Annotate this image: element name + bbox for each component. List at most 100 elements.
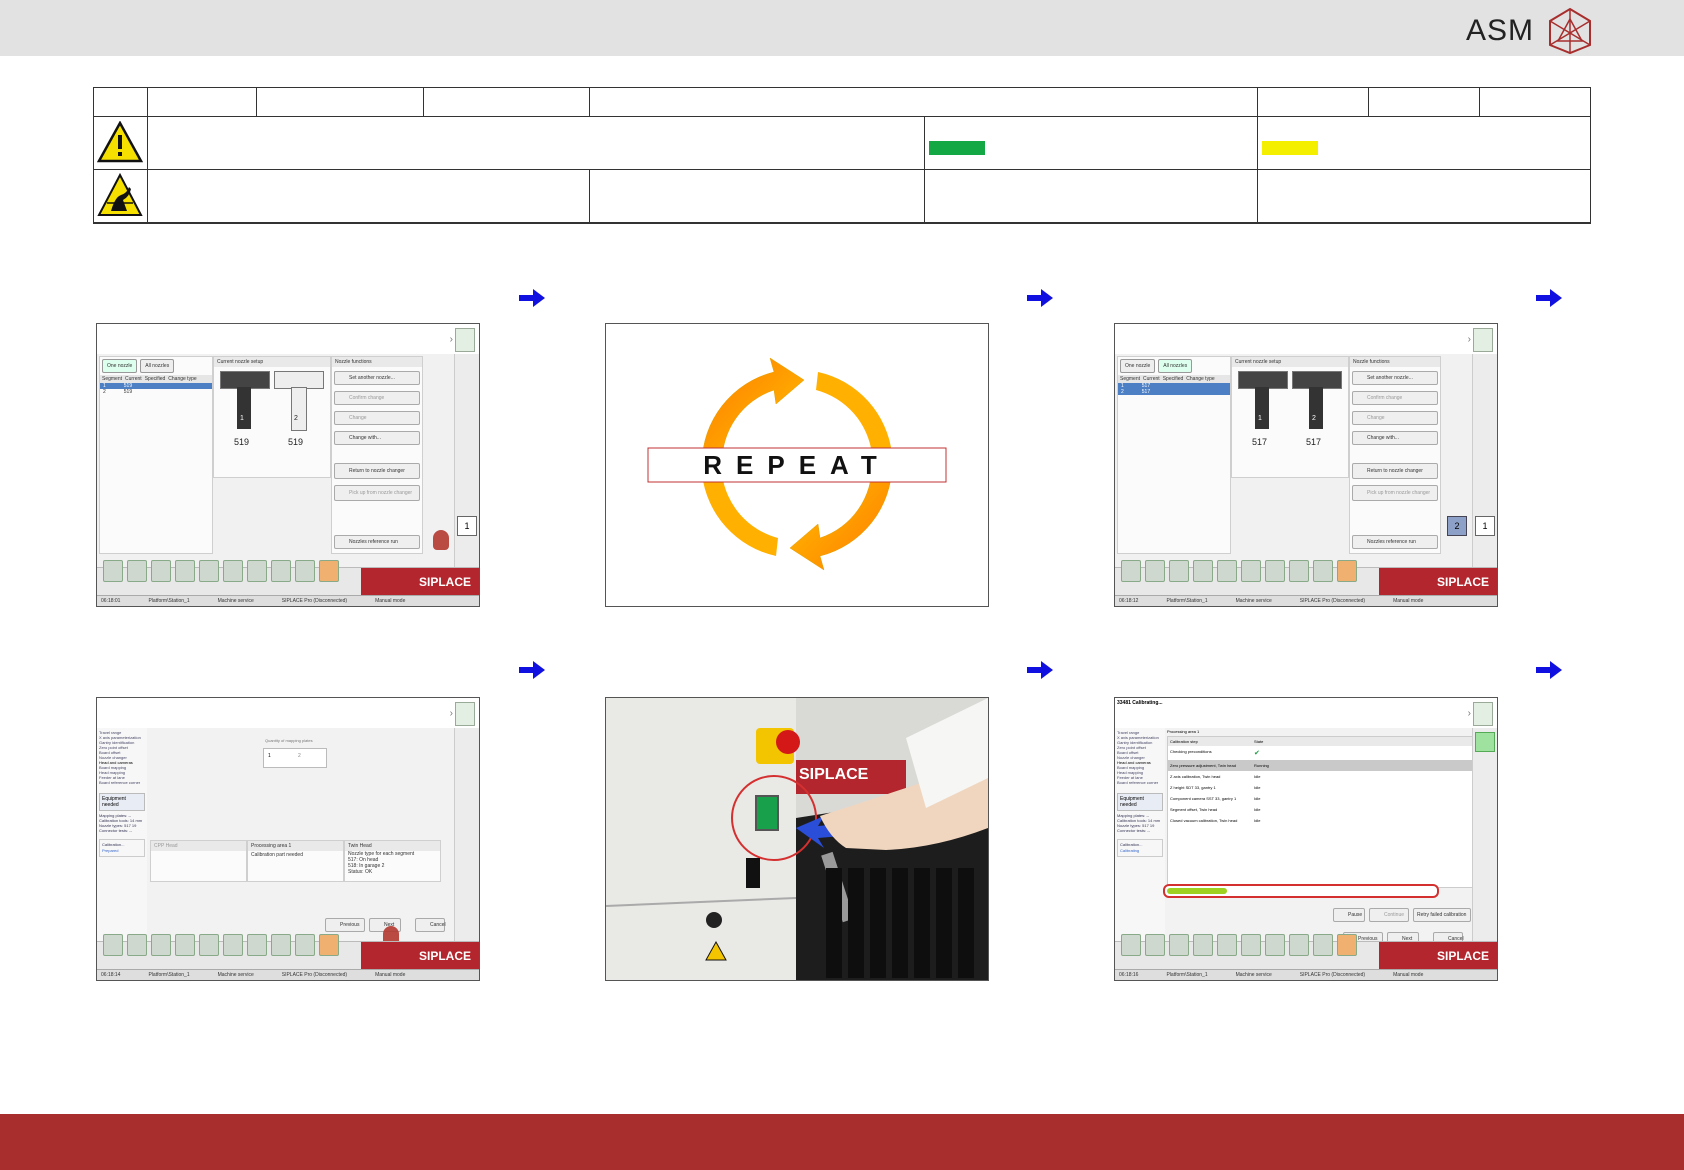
toolbar-icon[interactable] <box>1169 934 1189 956</box>
info-icon[interactable] <box>455 702 475 726</box>
progress-fill <box>1167 888 1227 894</box>
pick-up-button[interactable]: Pick up from nozzle changer <box>1352 485 1438 501</box>
tab-one-nozzle[interactable]: One nozzle <box>1120 359 1156 373</box>
table-row: Segment offset, Twin head Idle <box>1168 804 1472 815</box>
sidebar-item[interactable]: Board reference corner <box>99 780 145 785</box>
service-wrench-icon[interactable] <box>1337 934 1357 956</box>
toolbar-icon[interactable] <box>271 560 291 582</box>
toolbar-icon[interactable] <box>151 560 171 582</box>
toolbar-icon[interactable] <box>247 560 267 582</box>
calibration-status-list: Calibration... Calibrating <box>1117 839 1163 857</box>
return-to-nozzle-changer-button[interactable]: Return to nozzle changer <box>1352 463 1438 479</box>
set-another-nozzle-button[interactable]: Set another nozzle... <box>1352 371 1438 385</box>
tab-all-nozzles[interactable]: All nozzles <box>1158 359 1193 373</box>
toolbar-icon[interactable] <box>1289 934 1309 956</box>
siplace-brand: SIPLACE <box>361 942 479 970</box>
toolbar-icon[interactable] <box>1217 934 1237 956</box>
toolbar-icon[interactable] <box>1145 934 1165 956</box>
toolbar-icon[interactable] <box>103 560 123 582</box>
toolbar-icon[interactable] <box>1313 934 1333 956</box>
toolbar-icon[interactable] <box>1265 560 1285 582</box>
toolbar-icon[interactable] <box>247 934 267 956</box>
status-bar: 06:18:14 Platform\Station_1 Machine serv… <box>97 969 479 980</box>
change-with-button[interactable]: Change with... <box>1352 431 1438 445</box>
toolbar-icon[interactable] <box>1193 560 1213 582</box>
tab-one-nozzle[interactable]: One nozzle <box>102 359 138 373</box>
nozzle-tabs-panel: One nozzle All nozzles Segment Current S… <box>1117 356 1231 554</box>
chevron-icon: › <box>1467 708 1471 719</box>
table-row: Component camera SST 33, gantry 1 Idle <box>1168 793 1472 804</box>
tab-all-nozzles[interactable]: All nozzles <box>140 359 175 373</box>
toolbar-icon[interactable] <box>1241 560 1261 582</box>
nozzles-reference-run-button[interactable]: Nozzles reference run <box>1352 535 1438 549</box>
service-wrench-icon[interactable] <box>319 934 339 956</box>
set-another-nozzle-button[interactable]: Set another nozzle... <box>334 371 420 385</box>
status-mode: Manual mode <box>1393 598 1424 604</box>
top-header-bar: ASM <box>0 0 1684 56</box>
pick-up-button[interactable]: Pick up from nozzle changer <box>334 485 420 501</box>
toolbar-icon[interactable] <box>151 934 171 956</box>
return-to-nozzle-changer-button[interactable]: Return to nozzle changer <box>334 463 420 479</box>
nozzles-reference-run-button[interactable]: Nozzles reference run <box>334 535 420 549</box>
toolbar-icon[interactable] <box>223 560 243 582</box>
toolbar-icon[interactable] <box>1265 934 1285 956</box>
cancel-button[interactable]: Cancel <box>415 918 446 932</box>
info-icon[interactable] <box>1473 702 1493 726</box>
toolbar-icon[interactable] <box>1121 934 1141 956</box>
change-button[interactable]: Change <box>334 411 420 425</box>
change-with-button[interactable]: Change with... <box>334 431 420 445</box>
calibration-mode-icon[interactable] <box>1475 732 1495 752</box>
toolbar-icon[interactable] <box>1217 560 1237 582</box>
pause-button[interactable]: Pause <box>1333 908 1365 922</box>
table-row[interactable]: 2 517 <box>1118 389 1230 395</box>
toolbar-icon[interactable] <box>1193 934 1213 956</box>
toolbar-icon[interactable] <box>271 934 291 956</box>
info-icon[interactable] <box>455 328 475 352</box>
previous-button[interactable]: Previous <box>325 918 365 932</box>
toolbar-icon[interactable] <box>1121 560 1141 582</box>
toolbar-icon[interactable] <box>127 560 147 582</box>
continue-button[interactable]: Continue <box>1369 908 1409 922</box>
change-button[interactable]: Change <box>1352 411 1438 425</box>
chevron-icon: › <box>449 334 453 345</box>
table-row: Z height SDT 33, gantry 1 Idle <box>1168 782 1472 793</box>
toolbar-icon[interactable] <box>1313 560 1333 582</box>
toolbar-icon[interactable] <box>1169 560 1189 582</box>
screen-body: One nozzle All nozzles Segment Current S… <box>97 354 455 568</box>
confirm-change-button[interactable]: Confirm change <box>1352 391 1438 405</box>
toolbar-icon[interactable] <box>127 934 147 956</box>
retry-failed-calibration-button[interactable]: Retry failed calibration <box>1413 908 1471 922</box>
confirm-change-button[interactable]: Confirm change <box>334 391 420 405</box>
step-5-machine-photo: SIPLACE <box>605 697 989 981</box>
status-time: 06:18:12 <box>1119 598 1139 604</box>
gantry-1-button[interactable]: 1 <box>1475 516 1495 536</box>
mapping-title: Quantity of mapping plates <box>265 738 313 743</box>
toolbar-icon[interactable] <box>199 934 219 956</box>
blue-right-arrow-icon <box>1536 289 1562 307</box>
toolbar-icon[interactable] <box>295 560 315 582</box>
gantry-1-button[interactable]: 1 <box>457 516 477 536</box>
esd-warning-icon <box>97 172 144 216</box>
toolbar-icon[interactable] <box>1145 560 1165 582</box>
header-cell <box>146 87 257 117</box>
toolbar-icon[interactable] <box>175 560 195 582</box>
status-station: Platform\Station_1 <box>148 972 190 978</box>
toolbar-icon[interactable] <box>223 934 243 956</box>
info-icon[interactable] <box>1473 328 1493 352</box>
service-wrench-icon[interactable] <box>1337 560 1357 582</box>
gantry-2-button[interactable]: 2 <box>1447 516 1467 536</box>
toolbar-icon[interactable] <box>1241 934 1261 956</box>
mapping-option-2[interactable]: 2 <box>298 753 301 759</box>
sidebar-item[interactable]: Board reference corner <box>1117 780 1163 785</box>
toolbar-icon[interactable] <box>199 560 219 582</box>
mapping-option-1[interactable]: 1 <box>268 753 271 759</box>
processing-area-panel: Processing area 1 Calibration part neede… <box>247 840 344 882</box>
table-row[interactable]: 2 519 <box>100 389 212 395</box>
toolbar-icon[interactable] <box>1289 560 1309 582</box>
service-wrench-icon[interactable] <box>319 560 339 582</box>
panel-title: Current nozzle setup <box>214 357 330 367</box>
toolbar-icon[interactable] <box>295 934 315 956</box>
toolbar-icon[interactable] <box>103 934 123 956</box>
toolbar-icon[interactable] <box>175 934 195 956</box>
row-segment: 2 <box>103 389 106 395</box>
